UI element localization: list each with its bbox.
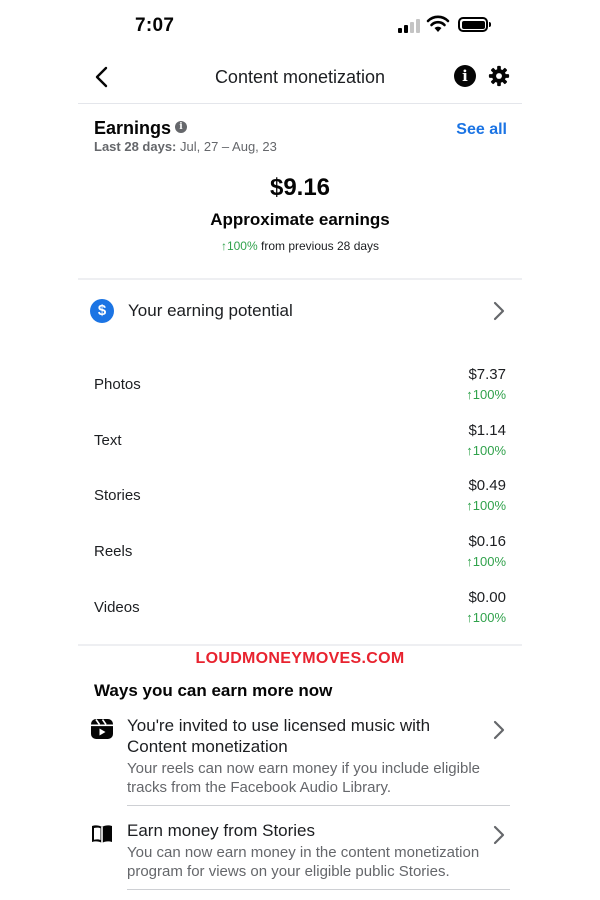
- nav-bar: Content monetization i: [78, 52, 522, 104]
- breakdown-value: $0.00: [468, 588, 506, 606]
- earnings-info-icon[interactable]: i: [175, 121, 187, 133]
- item-divider: [127, 805, 510, 807]
- total-earnings-label: Approximate earnings: [210, 210, 390, 229]
- status-bar: 7:07: [0, 0, 600, 52]
- breakdown-name: Reels: [94, 543, 133, 561]
- breakdown-change: ↑100%: [466, 609, 506, 625]
- total-earnings-amount: $9.16: [269, 174, 331, 201]
- breakdown-value: $7.37: [468, 366, 506, 383]
- breakdown-row-text: Text $1.14 ↑100%: [78, 414, 522, 470]
- see-all-link[interactable]: See all: [456, 121, 507, 139]
- way-description: Your reels can now earn money if you inc…: [127, 760, 480, 797]
- breakdown-name: Stories: [94, 487, 141, 505]
- earnings-trend: ↑100% from previous 28 days: [78, 239, 522, 253]
- breakdown-change: ↑100%: [466, 442, 506, 458]
- watermark-text: LOUDMONEYMOVES.COM: [78, 644, 522, 668]
- earning-potential-label: Your earning potential: [128, 301, 293, 320]
- date-range: Last 28 days: Jul, 27 – Aug, 23: [94, 139, 277, 154]
- breakdown-name: Text: [94, 431, 122, 449]
- breakdown-value: $0.16: [468, 533, 506, 551]
- date-range-label: Last 28 days:: [94, 139, 177, 154]
- breakdown-change: ↑100%: [466, 387, 506, 402]
- earnings-header: Earnings i See all Last 28 days: Jul, 27…: [78, 104, 522, 156]
- breakdown-name: Photos: [94, 376, 141, 393]
- item-divider: [127, 889, 510, 891]
- breakdown-row-photos: Photos $7.37 ↑100%: [78, 358, 522, 414]
- breakdown-value: $0.49: [468, 477, 506, 495]
- cellular-signal-icon: [398, 19, 420, 33]
- status-time: 7:07: [135, 15, 175, 36]
- earning-potential-row[interactable]: $ Your earning potential: [78, 280, 522, 342]
- dollar-icon: $: [90, 299, 114, 323]
- breakdown-change: ↑100%: [466, 554, 506, 570]
- ways-section-title: Ways you can earn more now: [94, 681, 333, 701]
- battery-icon: [458, 17, 491, 32]
- wifi-icon: [426, 15, 450, 32]
- reels-icon: [91, 719, 113, 740]
- trend-percent: ↑100%: [220, 239, 258, 253]
- main-content: Earnings i See all Last 28 days: Jul, 27…: [78, 104, 522, 891]
- way-item-licensed-music[interactable]: You're invited to use licensed music wit…: [78, 715, 522, 797]
- breakdown-row-reels: Reels $0.16 ↑100%: [78, 525, 522, 581]
- breakdown-name: Videos: [94, 598, 140, 616]
- breakdown-change: ↑100%: [466, 498, 506, 514]
- chevron-right-icon: [493, 826, 505, 845]
- chevron-right-icon: [493, 301, 505, 321]
- earnings-title: Earnings: [94, 118, 172, 138]
- date-range-value: Jul, 27 – Aug, 23: [180, 139, 277, 154]
- book-icon: [92, 825, 112, 844]
- gear-icon[interactable]: [488, 65, 510, 87]
- breakdown-value: $1.14: [468, 421, 506, 439]
- way-title: You're invited to use licensed music wit…: [127, 716, 431, 757]
- chevron-right-icon: [493, 721, 505, 740]
- earnings-breakdown: Photos $7.37 ↑100% Text $1.14 ↑100% Stor…: [78, 358, 522, 636]
- way-title: Earn money from Stories: [127, 821, 316, 841]
- breakdown-row-videos: Videos $0.00 ↑100%: [78, 581, 522, 637]
- way-description: You can now earn money in the content mo…: [127, 844, 480, 881]
- trend-suffix: from previous 28 days: [260, 239, 380, 253]
- info-icon[interactable]: i: [454, 65, 476, 87]
- way-item-stories[interactable]: Earn money from Stories You can now earn…: [78, 820, 522, 881]
- breakdown-row-stories: Stories $0.49 ↑100%: [78, 469, 522, 525]
